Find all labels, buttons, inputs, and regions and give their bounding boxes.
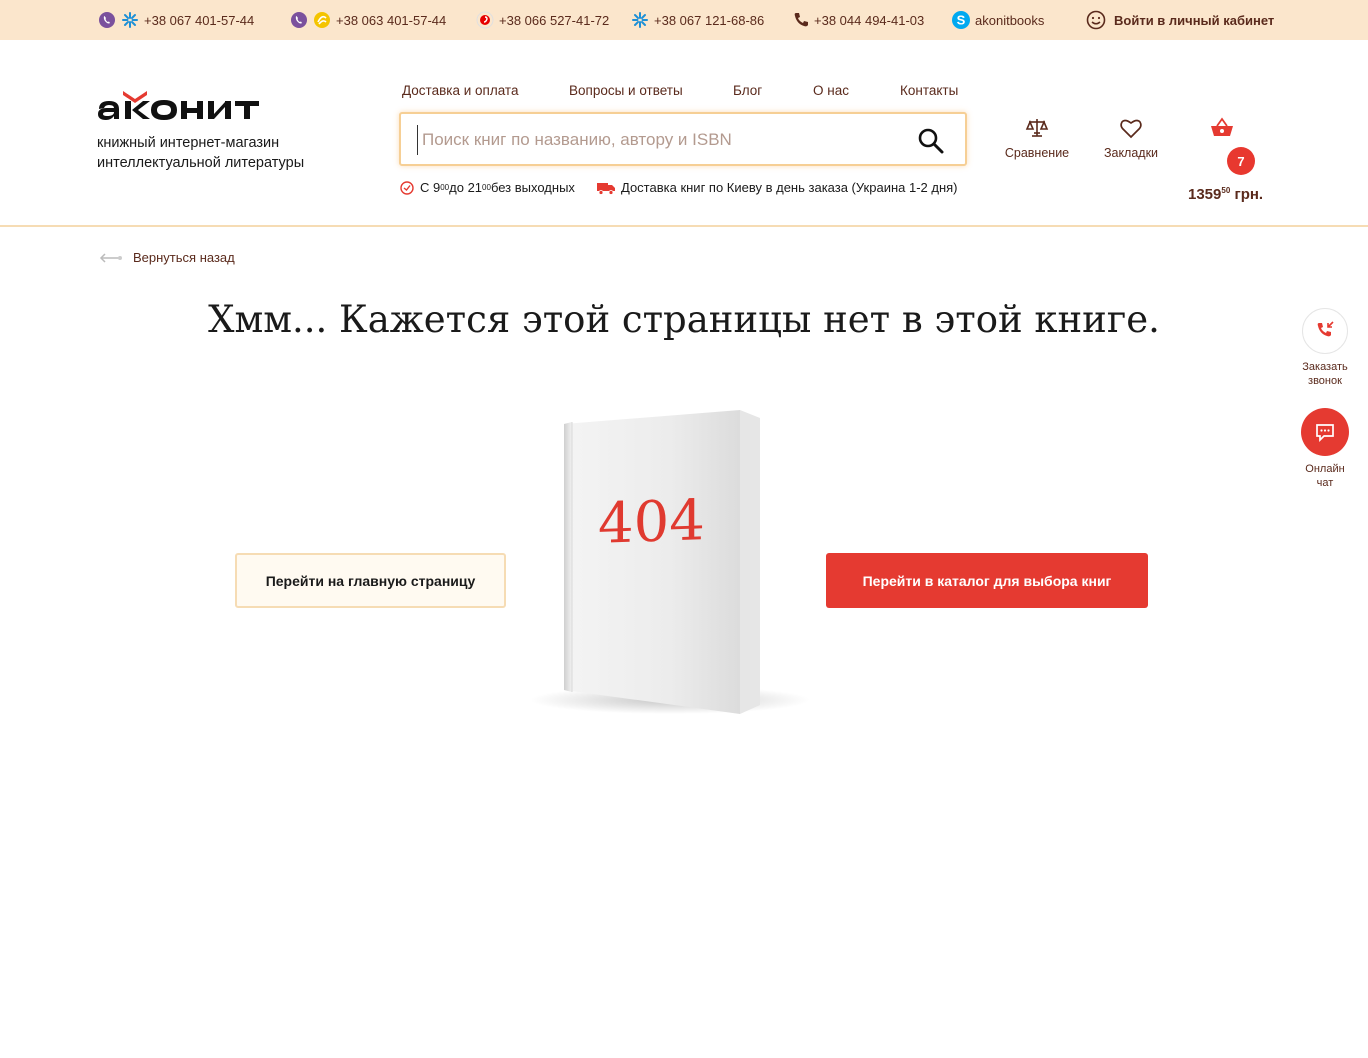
skype-icon: S — [951, 10, 971, 30]
heart-icon — [1120, 119, 1142, 139]
working-hours: С 9 00 до 21 00 без выходных — [400, 180, 575, 195]
search-button[interactable] — [917, 127, 945, 155]
search-input[interactable] — [417, 125, 904, 155]
bookmarks-label: Закладки — [1103, 146, 1159, 160]
book-404-illustration — [520, 400, 810, 735]
phone-number: +38 067 121-68-86 — [654, 12, 765, 28]
back-label: Вернуться назад — [133, 250, 235, 265]
error-code: 404 — [598, 488, 705, 557]
callback-label-2: звонок — [1308, 375, 1342, 387]
arrow-left-icon — [99, 252, 122, 263]
kyivstar-icon — [630, 11, 650, 29]
hours-suffix: без выходных — [490, 180, 575, 195]
delivery-text: Доставка книг по Киеву в день заказа (Ук… — [621, 180, 958, 195]
nav-about[interactable]: О нас — [813, 83, 849, 98]
phone-number: +38 067 401-57-44 — [144, 12, 255, 28]
viber-icon — [98, 11, 116, 29]
login-label: Войти в личный кабинет — [1114, 12, 1275, 28]
phone-number: +38 066 527-41-72 — [499, 12, 610, 28]
kyivstar-icon — [120, 11, 140, 29]
cart-count-badge: 7 — [1227, 147, 1255, 175]
logo[interactable] — [97, 85, 313, 128]
site-header: книжный интернет-магазин интеллектуально… — [0, 40, 1368, 227]
login-link[interactable]: Войти в личный кабинет — [1086, 0, 1274, 40]
hours-to-min: 00 — [482, 183, 491, 192]
bookmarks-button[interactable]: Закладки — [1100, 116, 1162, 160]
hours-prefix: С 9 — [420, 180, 441, 195]
chat-widget[interactable]: Онлайн чат — [1290, 408, 1360, 490]
phone-icon — [792, 11, 810, 29]
compare-label: Сравнение — [1004, 146, 1070, 160]
cart-currency: грн. — [1230, 186, 1264, 203]
basket-icon — [1211, 117, 1233, 136]
tagline-line: книжный интернет-магазин — [97, 135, 280, 151]
phone-3[interactable]: +38 066 527-41-72 — [475, 0, 609, 40]
nav-faq[interactable]: Вопросы и ответы — [569, 83, 683, 98]
page-title: Хмм... Кажется этой страницы нет в этой … — [208, 298, 1160, 341]
chat-bubble-icon — [1316, 424, 1334, 443]
smile-icon — [1086, 10, 1106, 30]
home-button[interactable]: Перейти на главную страницу — [235, 553, 506, 608]
hours-from-min: 00 — [440, 183, 450, 192]
cart-total[interactable]: 135950 грн. — [1188, 186, 1263, 203]
callback-widget[interactable]: Заказать звонок — [1290, 308, 1360, 388]
skype-name: akonitbooks — [975, 12, 1045, 28]
search-icon — [918, 128, 944, 154]
nav-blog[interactable]: Блог — [733, 83, 762, 98]
callback-label-1: Заказать — [1302, 361, 1348, 373]
back-link[interactable]: Вернуться назад — [99, 250, 235, 265]
phone-2[interactable]: +38 063 401-57-44 — [290, 0, 446, 40]
nav-contacts[interactable]: Контакты — [900, 83, 958, 98]
catalog-button[interactable]: Перейти в каталог для выбора книг — [826, 553, 1148, 608]
scales-icon — [1025, 119, 1049, 137]
akonit-logo-icon — [98, 91, 259, 120]
svg-text:S: S — [957, 13, 966, 28]
compare-button[interactable]: Сравнение — [1004, 116, 1070, 160]
phone-1[interactable]: +38 067 401-57-44 — [98, 0, 254, 40]
nav-delivery[interactable]: Доставка и оплата — [402, 83, 518, 98]
chat-label-2: чат — [1316, 477, 1334, 489]
phone-incoming-icon — [1317, 321, 1334, 337]
clock-icon — [400, 180, 414, 195]
skype-link[interactable]: S akonitbooks — [951, 0, 1044, 40]
top-contact-bar: +38 067 401-57-44 +38 063 401-57-44 +38 … — [0, 0, 1368, 40]
tagline-line: интеллектуальной литературы — [97, 155, 305, 171]
phone-5[interactable]: +38 044 494-41-03 — [792, 0, 924, 40]
vodafone-icon — [475, 11, 495, 29]
phone-number: +38 063 401-57-44 — [336, 12, 447, 28]
hours-mid: до 21 — [449, 180, 483, 195]
viber-icon — [290, 11, 308, 29]
search-box — [399, 112, 967, 166]
logo-tagline: книжный интернет-магазин интеллектуально… — [97, 133, 304, 173]
callback-circle — [1302, 308, 1348, 354]
lifecell-icon — [312, 11, 332, 29]
phone-number: +38 044 494-41-03 — [814, 12, 925, 28]
cart-sum: 1359 — [1188, 186, 1222, 203]
phone-4[interactable]: +38 067 121-68-86 — [630, 0, 764, 40]
delivery-info: Доставка книг по Киеву в день заказа (Ук… — [597, 180, 958, 195]
chat-circle — [1301, 408, 1349, 456]
truck-icon — [597, 182, 615, 195]
cart-cents: 50 — [1221, 186, 1231, 195]
chat-label-1: Онлайн — [1305, 463, 1345, 475]
cart-button[interactable] — [1208, 116, 1236, 146]
